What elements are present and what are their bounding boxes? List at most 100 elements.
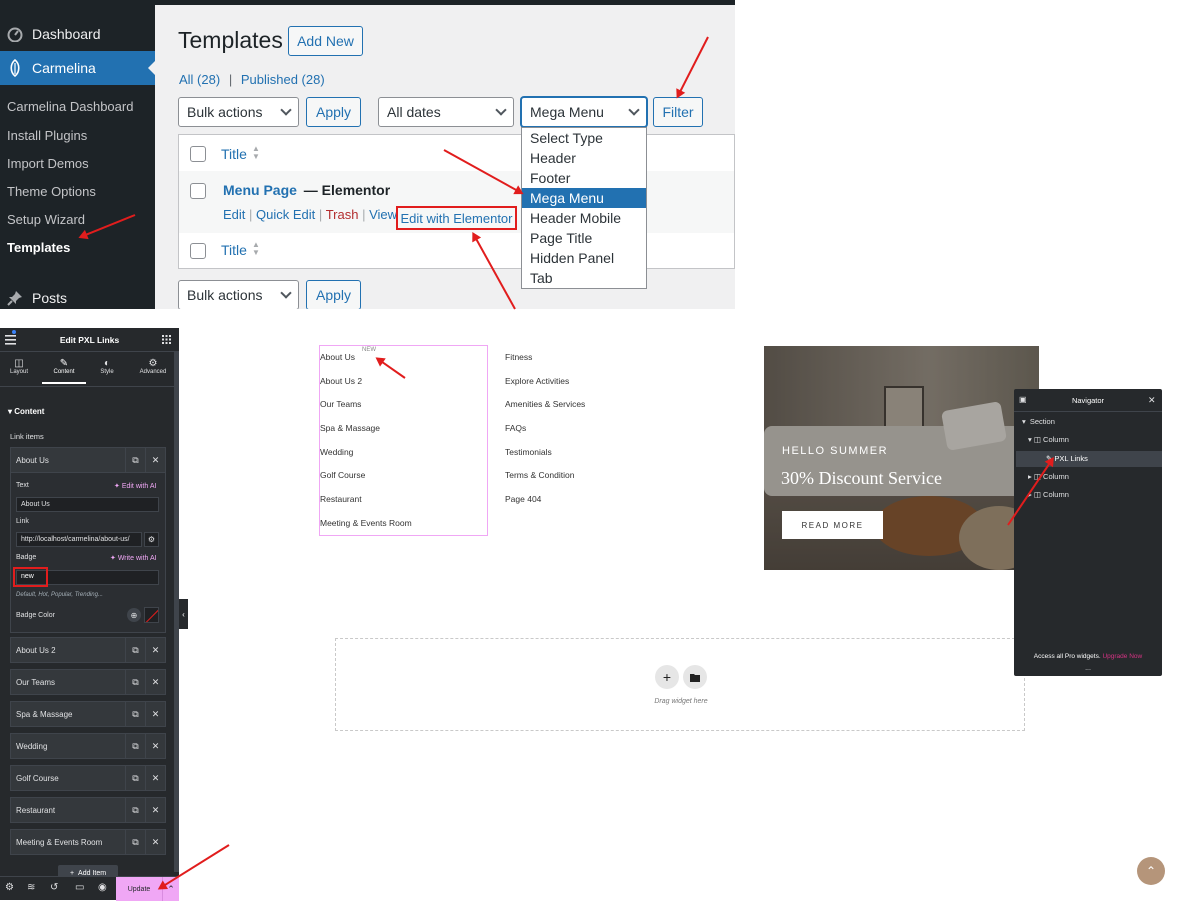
repeater-item[interactable]: Meeting & Events Room ⧉ ✕ bbox=[10, 829, 166, 855]
close-icon[interactable]: ✕ bbox=[145, 638, 165, 662]
collapse-panel-chevron-icon[interactable]: ‹ bbox=[179, 599, 188, 629]
template-type-select[interactable]: Mega Menu bbox=[521, 97, 647, 127]
responsive-mode-icon[interactable]: ▭ bbox=[75, 882, 84, 893]
filter-published-link[interactable]: Published (28) bbox=[241, 72, 325, 87]
type-option-hidden-panel[interactable]: Hidden Panel bbox=[522, 248, 646, 268]
pxl-links-widget[interactable] bbox=[319, 345, 488, 536]
close-icon[interactable]: ✕ bbox=[145, 702, 165, 726]
close-icon[interactable]: ✕ bbox=[145, 734, 165, 758]
tree-node-section[interactable]: ▾ Section bbox=[1022, 417, 1055, 426]
menu-link[interactable]: Meeting & Events Room bbox=[320, 518, 412, 528]
tab-advanced[interactable]: ⚙ Advanced bbox=[132, 358, 174, 375]
duplicate-icon[interactable]: ⧉ bbox=[125, 734, 145, 758]
menu-link[interactable]: Amenities & Services bbox=[505, 399, 585, 409]
duplicate-icon[interactable]: ⧉ bbox=[125, 798, 145, 822]
duplicate-icon[interactable]: ⧉ bbox=[125, 766, 145, 790]
row-action-trash[interactable]: Trash bbox=[326, 207, 359, 222]
sidebar-item-dashboard[interactable]: Dashboard bbox=[0, 22, 155, 46]
type-option-footer[interactable]: Footer bbox=[522, 168, 646, 188]
row-action-edit-with-elementor[interactable]: Edit with Elementor bbox=[396, 206, 517, 230]
duplicate-icon[interactable]: ⧉ bbox=[125, 670, 145, 694]
type-option-header[interactable]: Header bbox=[522, 148, 646, 168]
repeater-item[interactable]: Restaurant ⧉ ✕ bbox=[10, 797, 166, 823]
menu-link[interactable]: Testimonials bbox=[505, 447, 552, 457]
add-section-plus-icon[interactable]: + bbox=[655, 665, 679, 689]
submenu-install-plugins[interactable]: Install Plugins bbox=[7, 128, 87, 143]
duplicate-icon[interactable]: ⧉ bbox=[125, 830, 145, 854]
submenu-templates[interactable]: Templates bbox=[7, 240, 70, 255]
close-icon[interactable]: ✕ bbox=[1148, 395, 1156, 406]
menu-link[interactable]: Restaurant bbox=[320, 494, 362, 504]
layers-icon[interactable]: ≋ bbox=[27, 882, 35, 893]
text-input[interactable]: About Us bbox=[16, 497, 159, 512]
repeater-item[interactable]: Spa & Massage ⧉ ✕ bbox=[10, 701, 166, 727]
drop-zone[interactable]: + Drag widget here bbox=[335, 638, 1025, 731]
close-icon[interactable]: ✕ bbox=[145, 670, 165, 694]
template-library-folder-icon[interactable] bbox=[683, 665, 707, 689]
tab-style[interactable]: ◐ Style bbox=[88, 358, 126, 375]
row-checkbox[interactable] bbox=[190, 183, 206, 199]
type-option-tab[interactable]: Tab bbox=[522, 268, 646, 288]
section-toggle-content[interactable]: ▾ Content bbox=[8, 407, 44, 416]
edit-with-ai-button[interactable]: ✦ Edit with AI bbox=[114, 482, 156, 490]
widgets-grid-icon[interactable] bbox=[162, 335, 171, 344]
history-icon[interactable]: ↺ bbox=[50, 882, 58, 893]
select-all-checkbox[interactable] bbox=[190, 146, 206, 162]
sidebar-item-posts[interactable]: Posts bbox=[0, 287, 155, 309]
settings-gear-icon[interactable]: ⚙ bbox=[5, 882, 14, 893]
row-action-edit[interactable]: Edit bbox=[223, 207, 245, 222]
repeater-item-about-us[interactable]: About Us ⧉ ✕ bbox=[10, 447, 166, 473]
preview-eye-icon[interactable]: ◉ bbox=[98, 882, 107, 893]
tab-content[interactable]: ✎ Content bbox=[42, 358, 86, 384]
apply-button-bottom[interactable]: Apply bbox=[306, 280, 361, 309]
global-color-icon[interactable]: ⊕ bbox=[127, 608, 141, 622]
type-option-mega-menu[interactable]: Mega Menu bbox=[522, 188, 646, 208]
menu-link[interactable]: Wedding bbox=[320, 447, 353, 457]
close-icon[interactable]: ✕ bbox=[145, 448, 165, 472]
apply-button-top[interactable]: Apply bbox=[306, 97, 361, 127]
submenu-theme-options[interactable]: Theme Options bbox=[7, 184, 96, 199]
duplicate-icon[interactable]: ⧉ bbox=[125, 638, 145, 662]
menu-link[interactable]: Fitness bbox=[505, 352, 532, 362]
write-with-ai-button[interactable]: ✦ Write with AI bbox=[110, 554, 157, 562]
column-title-sort-bottom[interactable]: Title bbox=[221, 242, 247, 258]
color-picker-swatch[interactable] bbox=[144, 607, 159, 623]
tree-node-column[interactable]: ▸ ◫ Column bbox=[1028, 490, 1069, 499]
link-options-gear-icon[interactable]: ⚙ bbox=[144, 532, 159, 547]
row-action-quick-edit[interactable]: Quick Edit bbox=[256, 207, 315, 222]
update-button[interactable]: Update bbox=[116, 877, 162, 901]
select-all-checkbox-bottom[interactable] bbox=[190, 243, 206, 259]
tree-node-column[interactable]: ▸ ◫ Column bbox=[1028, 472, 1069, 481]
tree-node-column[interactable]: ▾ ◫ Column bbox=[1028, 435, 1069, 444]
resize-handle[interactable]: ... bbox=[1014, 665, 1162, 672]
menu-link-about-us[interactable]: About Us bbox=[320, 352, 355, 362]
row-title-link[interactable]: Menu Page — Elementor bbox=[223, 182, 390, 198]
date-filter-select[interactable]: All dates bbox=[378, 97, 514, 127]
sidebar-item-carmelina[interactable]: Carmelina bbox=[0, 51, 155, 85]
row-title[interactable]: Menu Page bbox=[223, 182, 297, 198]
add-new-button[interactable]: Add New bbox=[288, 26, 363, 56]
type-option-select-type[interactable]: Select Type bbox=[522, 128, 646, 148]
duplicate-icon[interactable]: ⧉ bbox=[125, 702, 145, 726]
menu-link[interactable]: Page 404 bbox=[505, 494, 541, 504]
menu-link[interactable]: Explore Activities bbox=[505, 376, 569, 386]
tree-node-pxl-links-selected[interactable] bbox=[1016, 451, 1162, 467]
submenu-carmelina-dashboard[interactable]: Carmelina Dashboard bbox=[7, 99, 133, 114]
scroll-to-top-chevron-up-icon[interactable]: ⌃ bbox=[1137, 857, 1165, 885]
menu-link[interactable]: Our Teams bbox=[320, 399, 361, 409]
submenu-setup-wizard[interactable]: Setup Wizard bbox=[7, 212, 85, 227]
type-option-header-mobile[interactable]: Header Mobile bbox=[522, 208, 646, 228]
close-icon[interactable]: ✕ bbox=[145, 830, 165, 854]
close-icon[interactable]: ✕ bbox=[145, 798, 165, 822]
menu-link[interactable]: Spa & Massage bbox=[320, 423, 380, 433]
tab-layout[interactable]: ◫ Layout bbox=[0, 358, 38, 375]
column-title-sort[interactable]: Title bbox=[221, 146, 247, 162]
bulk-actions-select-top[interactable]: Bulk actions bbox=[178, 97, 299, 127]
submenu-import-demos[interactable]: Import Demos bbox=[7, 156, 89, 171]
repeater-item[interactable]: Golf Course ⧉ ✕ bbox=[10, 765, 166, 791]
repeater-item[interactable]: About Us 2 ⧉ ✕ bbox=[10, 637, 166, 663]
close-icon[interactable]: ✕ bbox=[145, 766, 165, 790]
bulk-actions-select-bottom[interactable]: Bulk actions bbox=[178, 280, 299, 309]
menu-link[interactable]: FAQs bbox=[505, 423, 526, 433]
duplicate-icon[interactable]: ⧉ bbox=[125, 448, 145, 472]
